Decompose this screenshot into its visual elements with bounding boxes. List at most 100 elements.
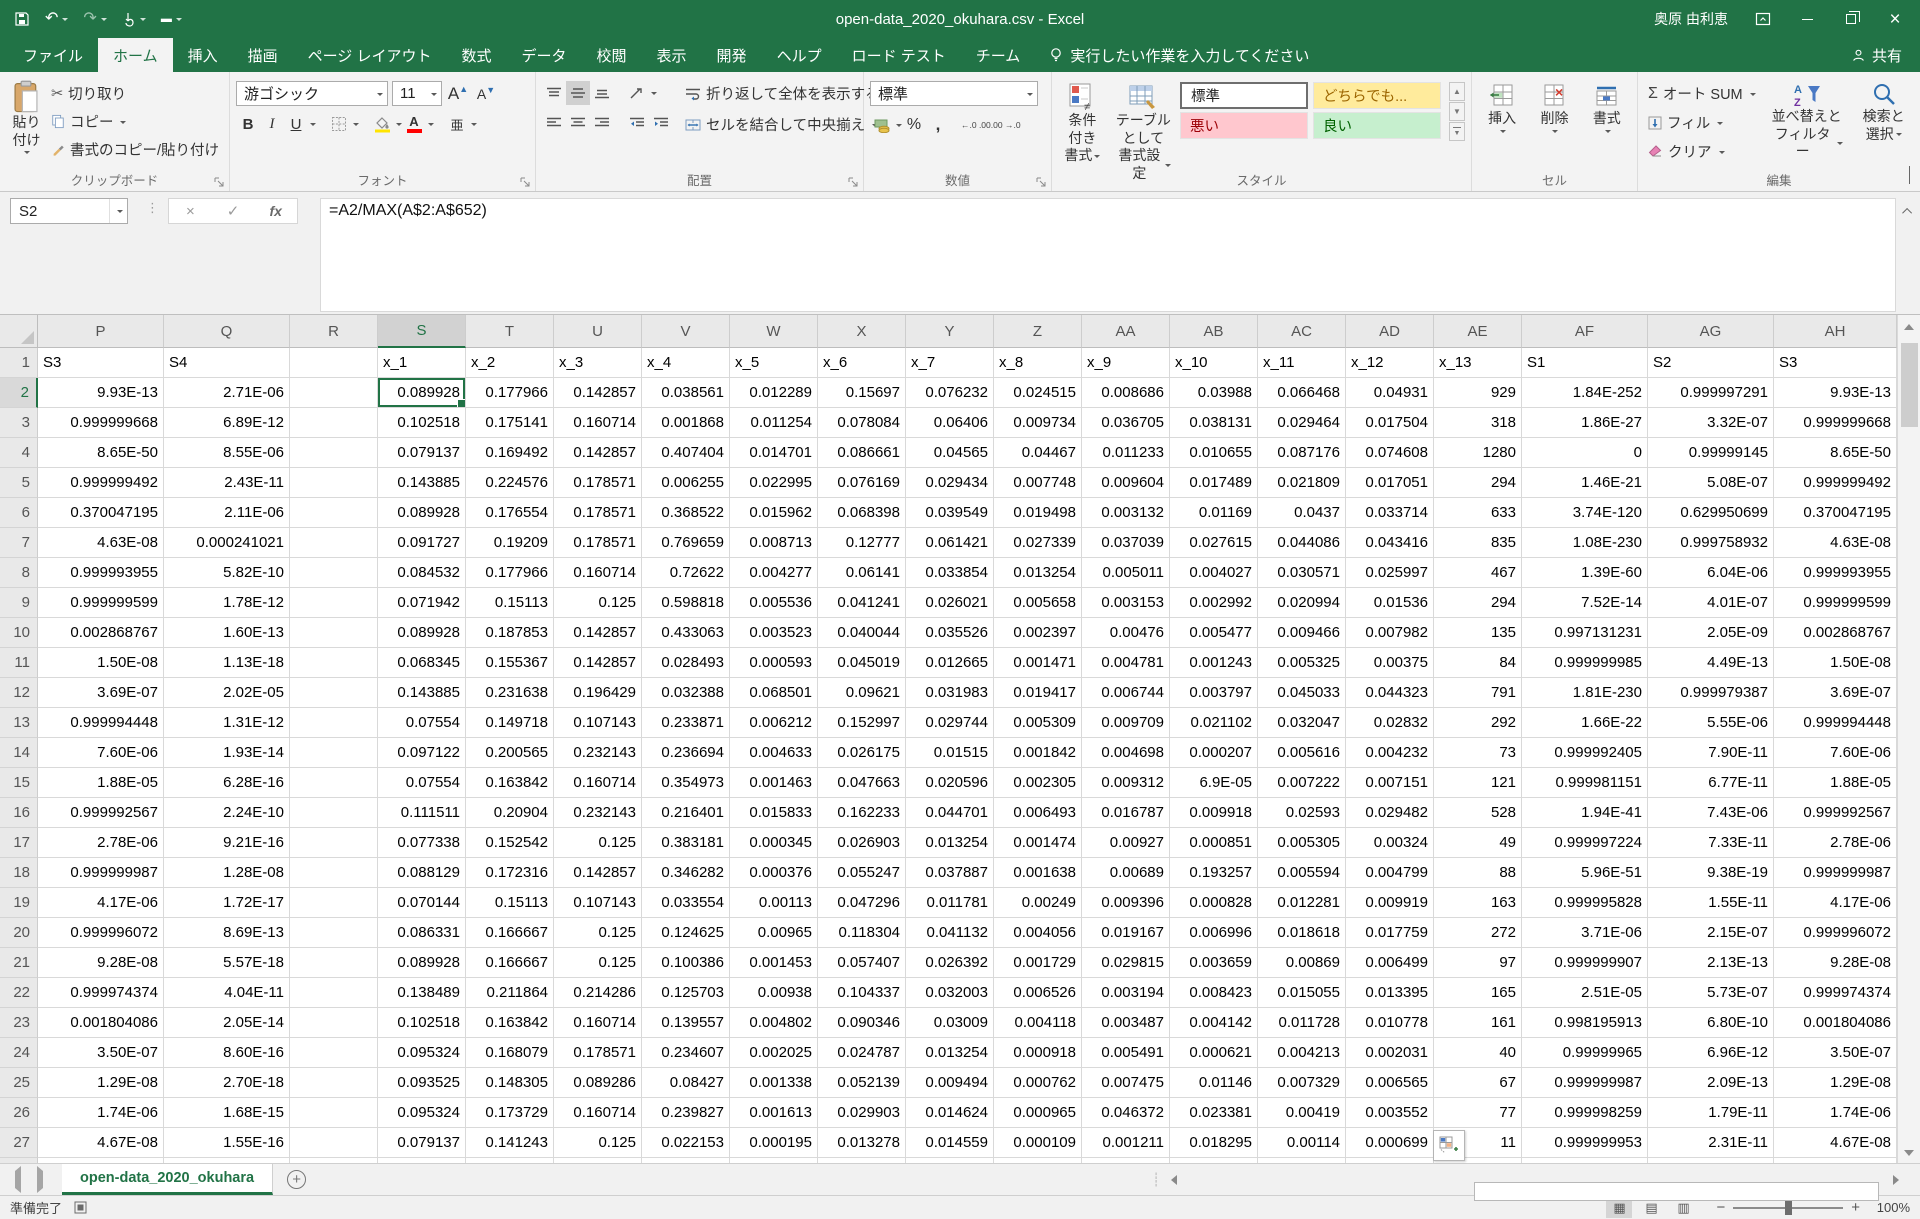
row-header[interactable]: 14 (0, 738, 38, 768)
row-header[interactable]: 5 (0, 468, 38, 498)
cell[interactable]: 0.068345 (378, 648, 466, 678)
cell[interactable]: 0.00114 (1258, 1128, 1346, 1158)
column-header[interactable]: W (730, 315, 818, 348)
phonetic-guide-button[interactable]: 亜 (445, 112, 469, 136)
cell[interactable]: 0.039549 (906, 498, 994, 528)
cell[interactable]: 0.187853 (466, 618, 554, 648)
cell-style-neutral[interactable]: どちらでも... (1313, 82, 1441, 109)
cell[interactable]: x_5 (730, 348, 818, 378)
cell[interactable]: 0.354973 (642, 768, 730, 798)
cell[interactable]: 0.999999599 (1774, 588, 1897, 618)
cell[interactable]: 1.81E-230 (1522, 678, 1648, 708)
cell[interactable]: 0.089928 (378, 498, 466, 528)
cell[interactable]: 0.001243 (1170, 648, 1258, 678)
cell[interactable]: 0.598818 (642, 588, 730, 618)
cell[interactable]: 0.006212 (730, 708, 818, 738)
cell[interactable]: 1.55E-11 (1648, 888, 1774, 918)
cell[interactable]: 0.15113 (466, 888, 554, 918)
ribbon-tab[interactable]: ページ レイアウト (293, 38, 447, 72)
cell[interactable]: 1.29E-08 (38, 1068, 164, 1098)
cell[interactable]: 0.023381 (1170, 1098, 1258, 1128)
row-header[interactable]: 11 (0, 648, 38, 678)
cell[interactable]: 0.999994448 (38, 708, 164, 738)
cell[interactable]: 0.19209 (466, 528, 554, 558)
row-header[interactable]: 6 (0, 498, 38, 528)
cell[interactable]: 0.214286 (554, 978, 642, 1008)
row-header[interactable]: 9 (0, 588, 38, 618)
cell[interactable]: 0.169492 (466, 438, 554, 468)
cell[interactable]: 0.999994448 (1774, 708, 1897, 738)
cell[interactable]: 0.769659 (642, 528, 730, 558)
cell[interactable]: 0.142857 (554, 378, 642, 408)
cell[interactable]: 0.0437 (1258, 498, 1346, 528)
zoom-slider-thumb[interactable] (1785, 1201, 1792, 1215)
cell[interactable]: 0.003487 (1082, 1008, 1170, 1038)
increase-indent-button[interactable] (649, 111, 673, 135)
cell[interactable]: x_10 (1170, 348, 1258, 378)
sheet-tab[interactable]: open-data_2020_okuhara (62, 1164, 273, 1195)
ribbon-tab[interactable]: チーム (961, 38, 1036, 72)
cell[interactable]: 0.999974374 (1774, 978, 1897, 1008)
cell[interactable]: 791 (1434, 678, 1522, 708)
cell[interactable]: 0.086331 (378, 918, 466, 948)
cell[interactable]: 1.50E-08 (38, 648, 164, 678)
cell[interactable]: 0.00869 (1258, 948, 1346, 978)
cell[interactable]: 0.999993955 (1774, 558, 1897, 588)
row-header[interactable]: 10 (0, 618, 38, 648)
cell[interactable]: 0.037887 (906, 858, 994, 888)
cell[interactable]: 0.029464 (1258, 408, 1346, 438)
cell[interactable]: 0.01515 (906, 738, 994, 768)
cell[interactable]: 0.102518 (378, 1008, 466, 1038)
cell[interactable]: 0.107143 (554, 888, 642, 918)
cell[interactable]: 0.125 (554, 918, 642, 948)
cell[interactable]: 0.014624 (906, 1098, 994, 1128)
cell[interactable]: 0.142857 (554, 648, 642, 678)
cell[interactable]: 0.004232 (1346, 738, 1434, 768)
column-header[interactable]: AE (1434, 315, 1522, 348)
cell[interactable]: 0.044701 (906, 798, 994, 828)
cell[interactable]: 5.82E-10 (164, 558, 290, 588)
decrease-decimal-button[interactable]: .00 →.0 (991, 113, 1021, 137)
touch-mode-button[interactable] (122, 11, 146, 27)
name-box[interactable]: S2 (10, 198, 128, 224)
cell[interactable]: 0.03988 (1170, 378, 1258, 408)
cell[interactable]: 1.29E-08 (1774, 1068, 1897, 1098)
cell[interactable]: 0.001338 (730, 1068, 818, 1098)
quick-analysis-button[interactable] (1433, 1130, 1465, 1161)
dialog-launcher-icon[interactable] (520, 177, 531, 188)
cell[interactable] (290, 1098, 378, 1128)
cell[interactable]: 0.001474 (994, 828, 1082, 858)
cell[interactable]: 0.999999987 (38, 858, 164, 888)
name-box-dropdown[interactable] (109, 199, 127, 223)
cell[interactable]: 0.005309 (994, 708, 1082, 738)
autosum-button[interactable]: Σオート SUM (1644, 81, 1760, 106)
cell[interactable]: 0.000207 (1170, 738, 1258, 768)
cell[interactable]: 0.031983 (906, 678, 994, 708)
cell[interactable]: 0.111511 (378, 798, 466, 828)
column-header[interactable]: AG (1648, 315, 1774, 348)
cell[interactable]: 0.999997291 (1648, 378, 1774, 408)
cell[interactable]: 1.60E-13 (164, 618, 290, 648)
ribbon-tab[interactable]: ホーム (98, 38, 173, 72)
cell[interactable]: 0.002868767 (38, 618, 164, 648)
cell[interactable]: x_4 (642, 348, 730, 378)
cell[interactable]: 9.28E-08 (38, 948, 164, 978)
cell[interactable]: 0.999999599 (38, 588, 164, 618)
cell[interactable]: 3.74E-120 (1522, 498, 1648, 528)
cell[interactable]: 0.15697 (818, 378, 906, 408)
cell[interactable]: 0.026392 (906, 948, 994, 978)
cell[interactable]: 0.999992567 (38, 798, 164, 828)
cell[interactable]: 2.71E-06 (164, 378, 290, 408)
cell[interactable]: 0.178571 (554, 498, 642, 528)
ribbon-tab[interactable]: ロード テスト (837, 38, 961, 72)
cell[interactable]: 0.629950699 (1648, 498, 1774, 528)
cell[interactable]: 3.50E-07 (38, 1038, 164, 1068)
cell[interactable]: 0.99999145 (1648, 438, 1774, 468)
cell[interactable]: 0.107143 (554, 708, 642, 738)
cell[interactable]: 0.095324 (378, 1098, 466, 1128)
cell[interactable]: 0.013395 (1346, 978, 1434, 1008)
row-header[interactable]: 13 (0, 708, 38, 738)
cell[interactable]: 1.84E-252 (1522, 378, 1648, 408)
cell[interactable]: 0.000851 (1170, 828, 1258, 858)
cell[interactable]: 0.088129 (378, 858, 466, 888)
